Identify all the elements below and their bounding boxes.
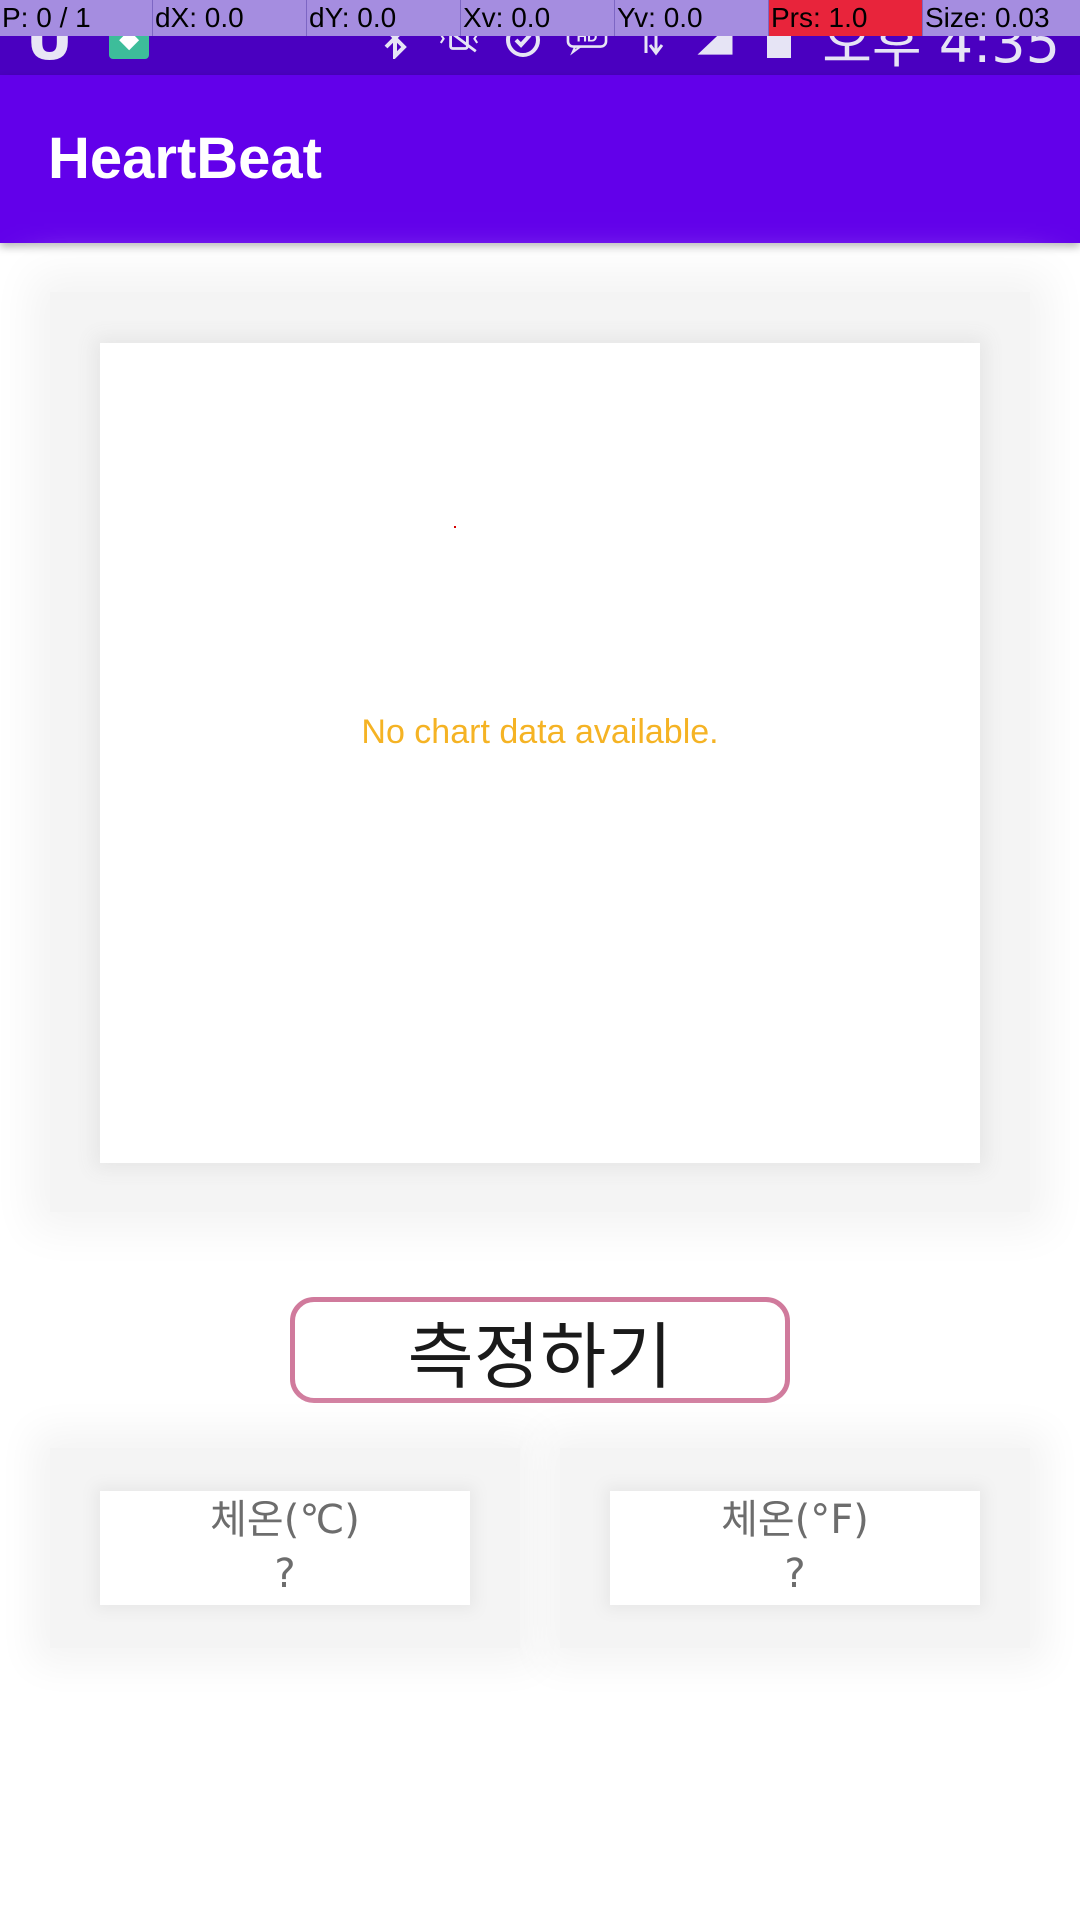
pointer-dx: dX: 0.0 [153,0,307,36]
pointer-location-overlay: P: 0 / 1 dX: 0.0 dY: 0.0 Xv: 0.0 Yv: 0.0… [0,0,1080,36]
celsius-card: 체온(℃) ? [100,1491,470,1605]
pointer-count: P: 0 / 1 [0,0,153,36]
heartbeat-chart[interactable]: No chart data available. [100,343,980,1163]
celsius-label: 체온(℃) [210,1497,360,1543]
pointer-yv: Yv: 0.0 [615,0,769,36]
celsius-value: ? [274,1551,296,1597]
fahrenheit-value: ? [784,1551,806,1597]
fahrenheit-card: 체온(°F) ? [610,1491,980,1605]
chart-empty-message: No chart data available. [361,713,719,751]
pointer-xv: Xv: 0.0 [461,0,615,36]
app-bar: HeartBeat [0,75,1080,243]
chart-marker [454,526,456,528]
app-title: HeartBeat [48,126,322,191]
pointer-dy: dY: 0.0 [307,0,461,36]
pointer-size: Size: 0.03 [925,2,1050,33]
fahrenheit-label: 체온(°F) [721,1497,869,1543]
measure-button[interactable]: 측정하기 [290,1297,790,1403]
pointer-pressure: Prs: 1.0 [769,0,923,36]
